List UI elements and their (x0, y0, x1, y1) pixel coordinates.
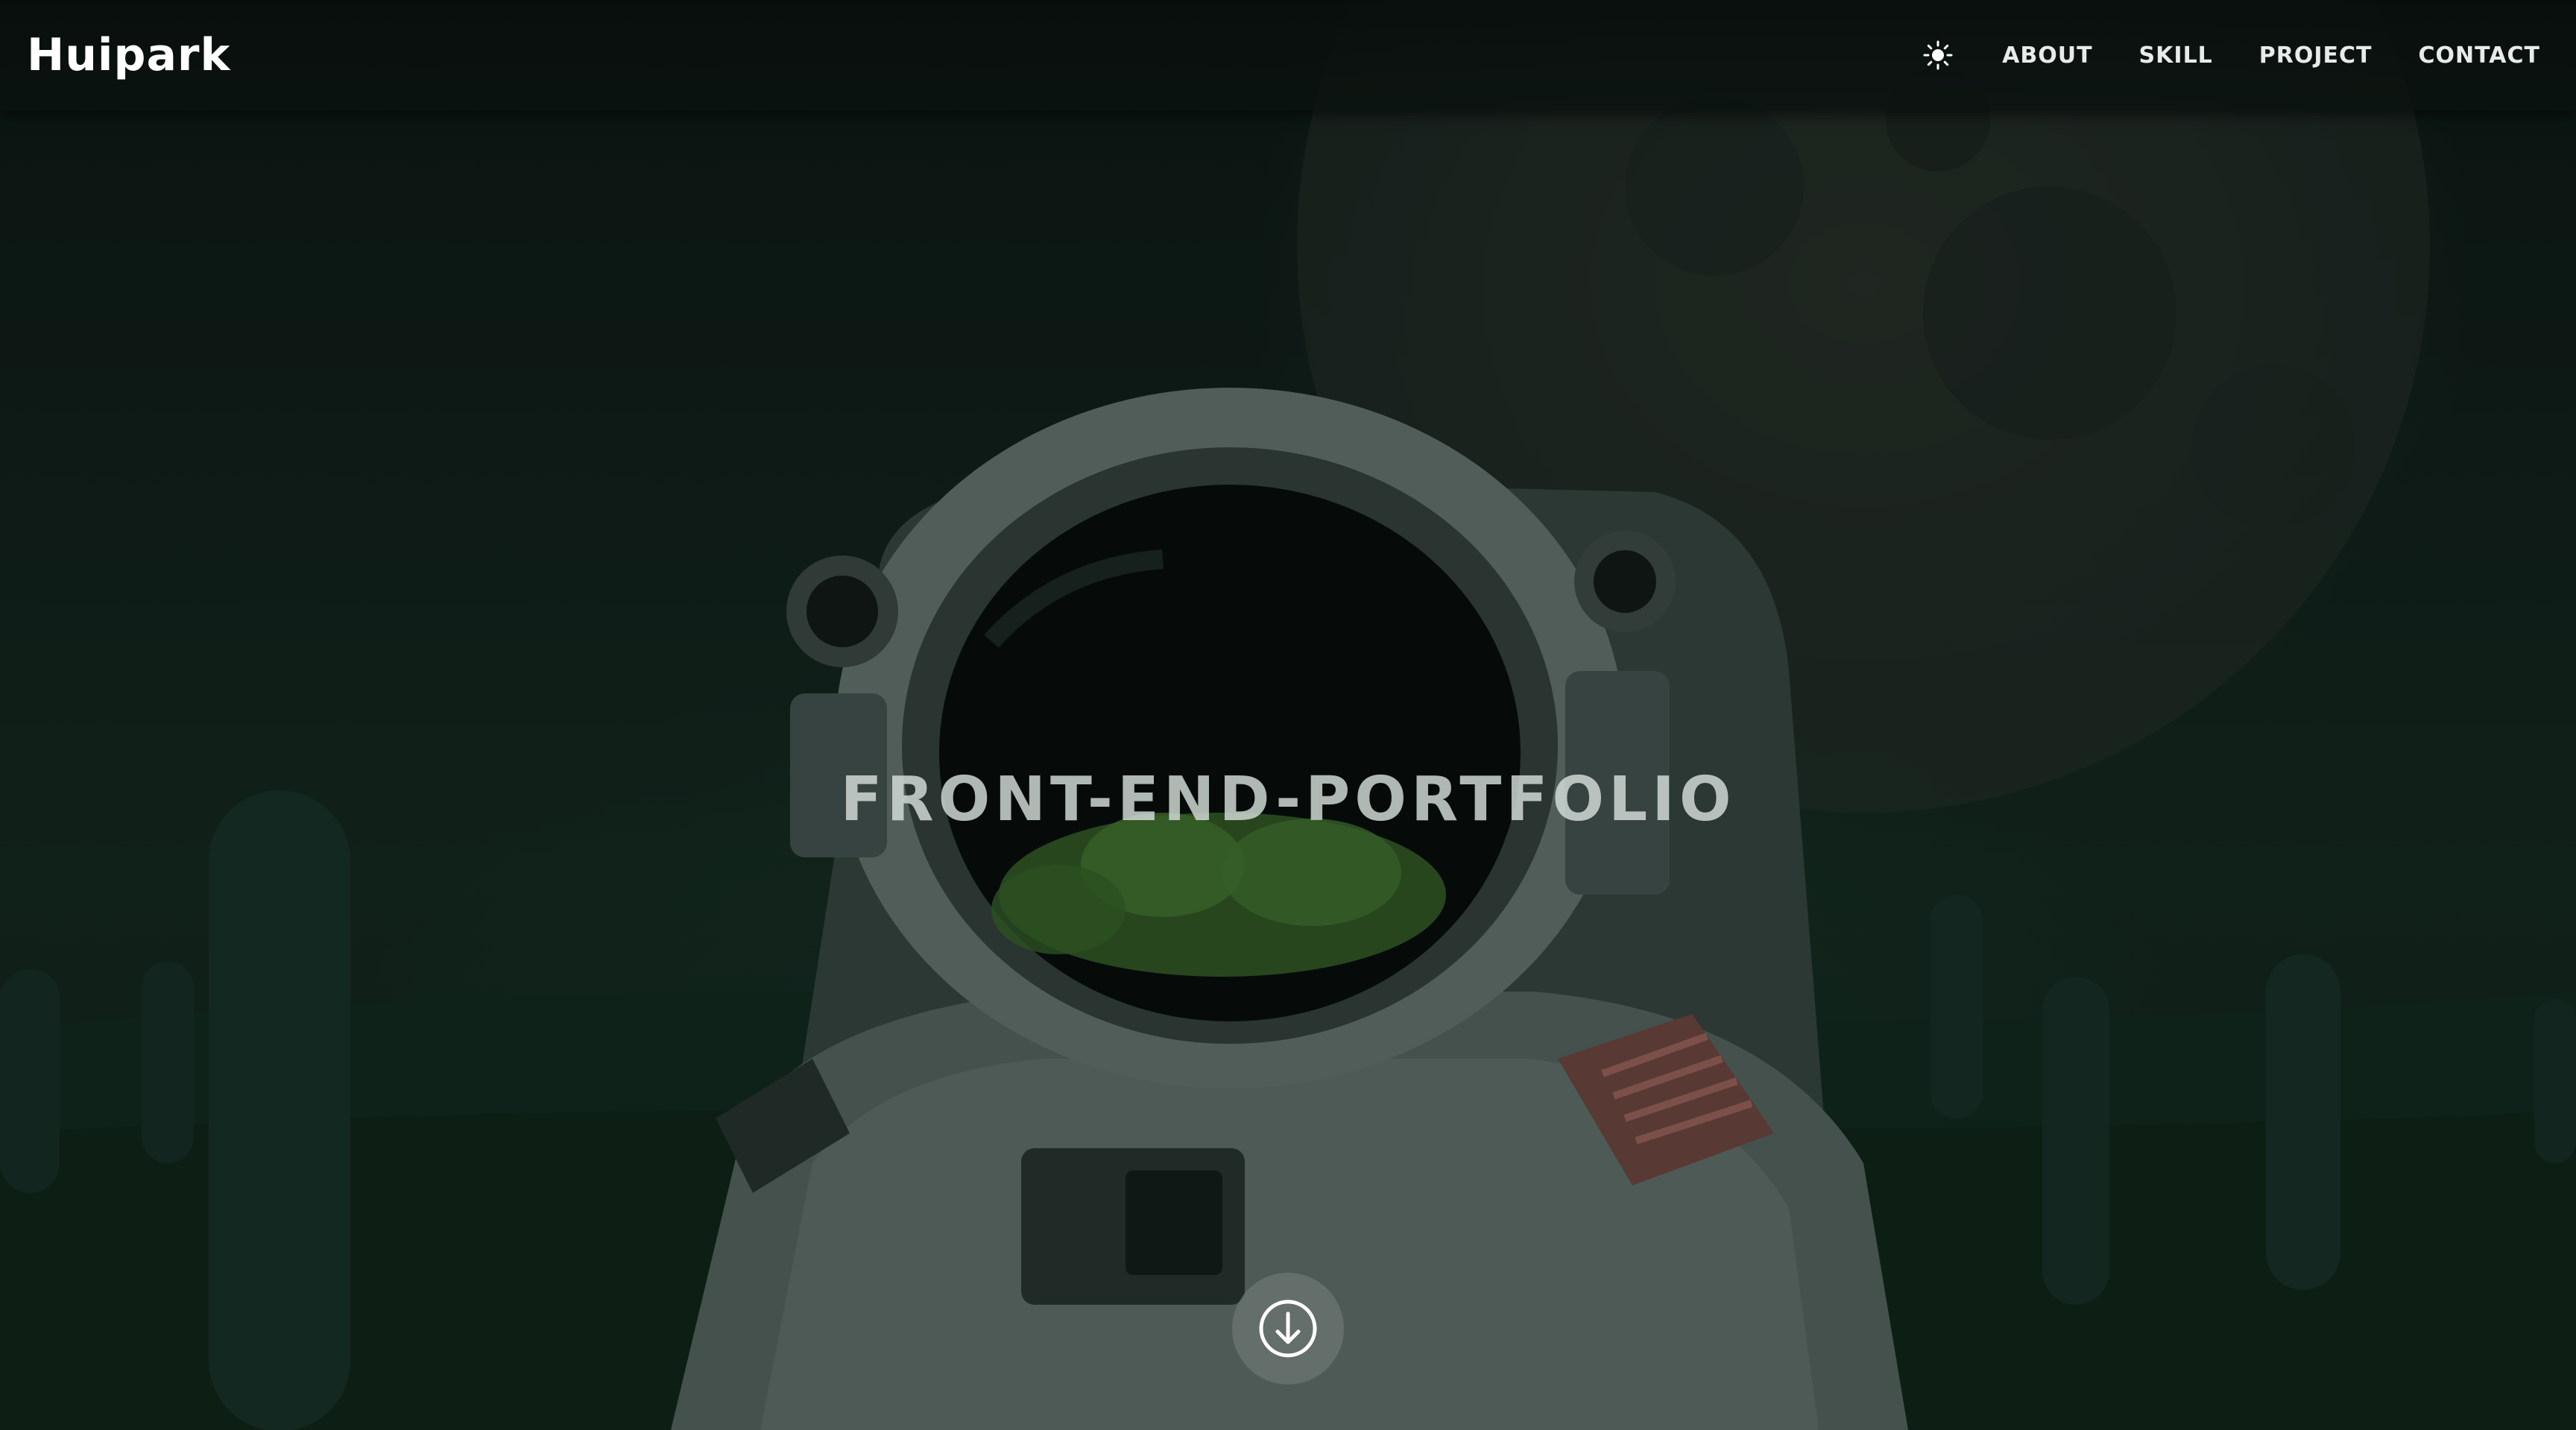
hero-dark-overlay (0, 0, 2576, 1430)
theme-toggle-button[interactable] (1920, 37, 1956, 73)
scroll-down-button[interactable] (1232, 1273, 1344, 1385)
hero-title: FRONT-END-PORTFOLIO (840, 763, 1736, 835)
nav-link-skill[interactable]: SKILL (2139, 42, 2213, 69)
main-nav: ABOUT SKILL PROJECT CONTACT (1920, 37, 2540, 73)
nav-link-project[interactable]: PROJECT (2259, 42, 2373, 69)
portfolio-page: Huipark ABOUT SKILL PROJECT CONTACT FRON… (0, 0, 2576, 1430)
site-header: Huipark ABOUT SKILL PROJECT CONTACT (0, 0, 2576, 110)
hero-background (0, 0, 2576, 1430)
sun-icon (1923, 40, 1953, 70)
nav-link-about[interactable]: ABOUT (2002, 42, 2092, 69)
nav-link-contact[interactable]: CONTACT (2419, 42, 2540, 69)
arrow-down-circle-icon (1259, 1300, 1317, 1358)
site-logo[interactable]: Huipark (27, 29, 230, 81)
